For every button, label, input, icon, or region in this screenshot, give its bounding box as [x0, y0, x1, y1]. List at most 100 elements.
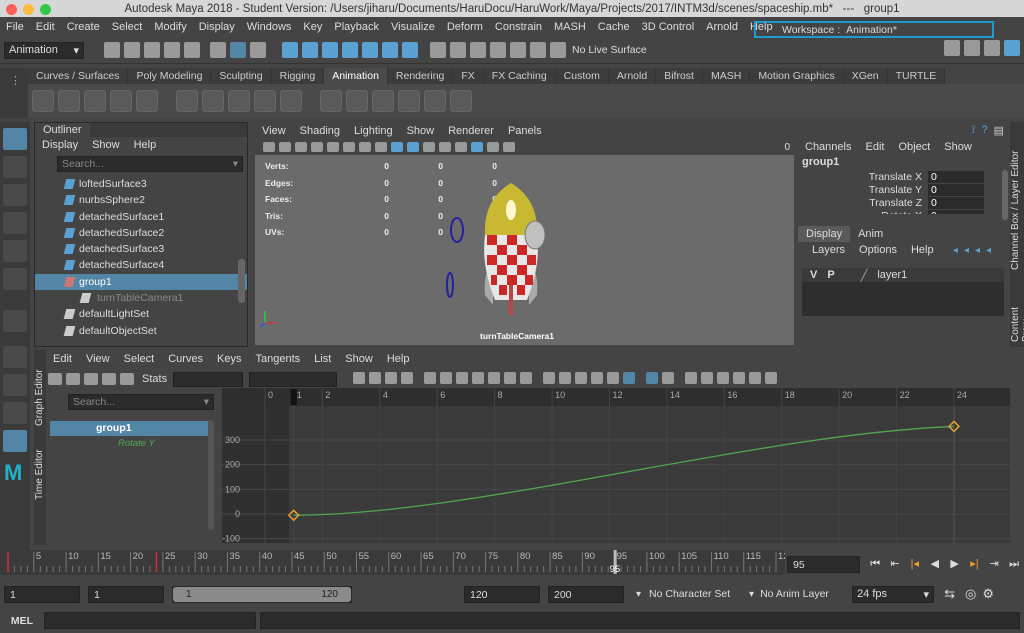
menu-modify[interactable]: Modify — [148, 21, 192, 33]
create-joint-icon[interactable] — [176, 90, 198, 112]
outliner-layout-icon[interactable] — [3, 430, 27, 452]
layer-menu-options[interactable]: Options — [852, 244, 904, 256]
time-slider[interactable]: 5 10 15 20 25 30 35 40 45 50 55 60 65 70 75 80 85 90 95 100… — [0, 550, 794, 575]
channel-box-side-tab[interactable]: Channel Box / Layer Editor — [1010, 130, 1021, 270]
graph-menu-help[interactable]: Help — [380, 353, 417, 365]
viewport-menu-show[interactable]: Show — [400, 125, 442, 137]
viewport-menu-view[interactable]: View — [255, 125, 293, 137]
minimize-icon[interactable] — [23, 4, 34, 15]
post-infinity-icon[interactable] — [701, 371, 714, 384]
modeling-toolkit-icon[interactable] — [964, 40, 980, 56]
channel-value-field[interactable]: 0 — [928, 209, 984, 214]
lasso-tool-icon[interactable] — [3, 156, 27, 178]
smooth-shade-icon[interactable] — [407, 142, 419, 152]
viewport-menu-panels[interactable]: Panels — [501, 125, 549, 137]
shelf-tab-rigging[interactable]: Rigging — [271, 68, 325, 84]
channel-menu-show[interactable]: Show — [937, 141, 979, 153]
shadows-icon[interactable] — [455, 142, 467, 152]
select-hierarchy-icon[interactable] — [210, 42, 226, 58]
render-settings-icon[interactable] — [490, 42, 506, 58]
outliner-item[interactable]: detachedSurface4 — [35, 257, 247, 273]
go-to-end-icon[interactable]: ⏭ — [1007, 558, 1021, 570]
auto-load-icon[interactable] — [646, 371, 659, 384]
outliner-item[interactable]: detachedSurface1 — [35, 209, 247, 225]
magnet-icon[interactable] — [550, 42, 566, 58]
scale-constraint-icon[interactable] — [398, 90, 420, 112]
aim-constraint-icon[interactable] — [424, 90, 446, 112]
outliner-item[interactable]: loftedSurface3 — [35, 176, 247, 192]
shelf-tab-mash[interactable]: MASH — [702, 68, 751, 84]
undo-icon[interactable] — [164, 42, 180, 58]
menuset-dropdown[interactable]: Animation ▾ — [4, 41, 84, 59]
outliner-item[interactable]: defaultLightSet — [35, 306, 247, 322]
outliner-search-input[interactable]: Search... ▾ — [57, 156, 243, 172]
ghost-icon[interactable] — [110, 90, 132, 112]
menu-select[interactable]: Select — [106, 21, 149, 33]
trax-icon[interactable] — [765, 371, 778, 384]
center-current-icon[interactable] — [401, 371, 414, 384]
layer-tab-display[interactable]: Display — [798, 226, 851, 242]
help-icon[interactable]: ? — [981, 124, 987, 136]
menu-3d-control[interactable]: 3D Control — [636, 21, 701, 33]
playblast-icon[interactable] — [32, 90, 54, 112]
layer-playback-toggle[interactable]: P — [827, 269, 834, 281]
shelf-tab-animation[interactable]: Animation — [324, 68, 388, 84]
save-scene-icon[interactable] — [144, 42, 160, 58]
graph-outliner-scrollbar[interactable] — [208, 420, 214, 530]
menu-deform[interactable]: Deform — [441, 21, 489, 33]
channel-value-field[interactable]: 0 — [928, 170, 984, 183]
step-back-frame-icon[interactable]: ⇤ — [888, 558, 902, 570]
play-forwards-icon[interactable]: ▶ — [948, 558, 962, 570]
four-pane-layout-icon[interactable] — [3, 374, 27, 396]
swap-buffer-icon[interactable] — [559, 371, 572, 384]
anim-prefs-icon[interactable]: ⚙ — [982, 586, 994, 602]
pre-infinity-icon[interactable] — [685, 371, 698, 384]
graph-editor-side-tab[interactable]: Graph Editor — [34, 356, 45, 426]
lattice-icon[interactable] — [84, 373, 98, 385]
graph-current-time-marker[interactable] — [290, 389, 297, 405]
shelf-tab-bifrost[interactable]: Bifrost — [656, 68, 703, 84]
shelf-tab-xgen[interactable]: XGen — [843, 68, 888, 84]
graph-menu-list[interactable]: List — [307, 353, 338, 365]
outliner-menu-show[interactable]: Show — [85, 139, 127, 151]
pole-vector-icon[interactable] — [450, 90, 472, 112]
spline-tangent-icon[interactable] — [440, 371, 453, 384]
linear-tangent-icon[interactable] — [472, 371, 485, 384]
graph-view[interactable]: 0 1 2 4 6 8 10 12 14 16 18 20 22 24 300 200 100 0 -100 — [222, 388, 1020, 544]
channel-menu-edit[interactable]: Edit — [858, 141, 891, 153]
menu-arnold[interactable]: Arnold — [700, 21, 744, 33]
outliner-item[interactable]: detachedSurface2 — [35, 225, 247, 241]
snap-live-icon[interactable] — [402, 42, 418, 58]
region-icon[interactable] — [102, 373, 116, 385]
graph-menu-show[interactable]: Show — [338, 353, 380, 365]
viewport-3d[interactable]: Verts:000Edges:000Faces:000Tris:000UVs:0… — [255, 155, 794, 345]
outliner-menu-display[interactable]: Display — [35, 139, 85, 151]
textured-icon[interactable] — [423, 142, 435, 152]
set-key-icon[interactable] — [228, 90, 250, 112]
graph-menu-edit[interactable]: Edit — [46, 353, 79, 365]
menu-windows[interactable]: Windows — [241, 21, 298, 33]
loop-icon[interactable]: ⇆ — [944, 586, 955, 602]
step-back-key-icon[interactable]: |◂ — [908, 558, 922, 570]
bookmark-icon[interactable] — [295, 142, 307, 152]
shelf-tab-curves-surfaces[interactable]: Curves / Surfaces — [28, 68, 129, 84]
menu-edit[interactable]: Edit — [30, 21, 61, 33]
insert-key-icon[interactable] — [66, 373, 80, 385]
hypershade-icon[interactable] — [510, 42, 526, 58]
snap-curve-icon[interactable] — [302, 42, 318, 58]
stats-value-field[interactable] — [249, 371, 338, 387]
shelf-tab-custom[interactable]: Custom — [555, 68, 609, 84]
lock-weight-icon[interactable] — [623, 371, 636, 384]
orient-constraint-icon[interactable] — [372, 90, 394, 112]
scene-start-field[interactable]: 1 — [4, 585, 80, 603]
outliner-scrollbar[interactable] — [238, 259, 245, 303]
move-tool-icon[interactable] — [3, 212, 27, 234]
layer-visibility-toggle[interactable]: V — [810, 269, 817, 281]
gear-icon[interactable]: ⋮ — [10, 74, 21, 87]
layer-buttons[interactable]: ◂◂◂◂ — [946, 245, 1004, 256]
anim-layer-chevron-icon[interactable]: ▾ — [749, 589, 754, 600]
snap-projected-icon[interactable] — [342, 42, 358, 58]
menu-constrain[interactable]: Constrain — [489, 21, 548, 33]
motion-path-icon[interactable] — [58, 90, 80, 112]
outliner-item[interactable]: nurbsSphere2 — [35, 192, 247, 208]
